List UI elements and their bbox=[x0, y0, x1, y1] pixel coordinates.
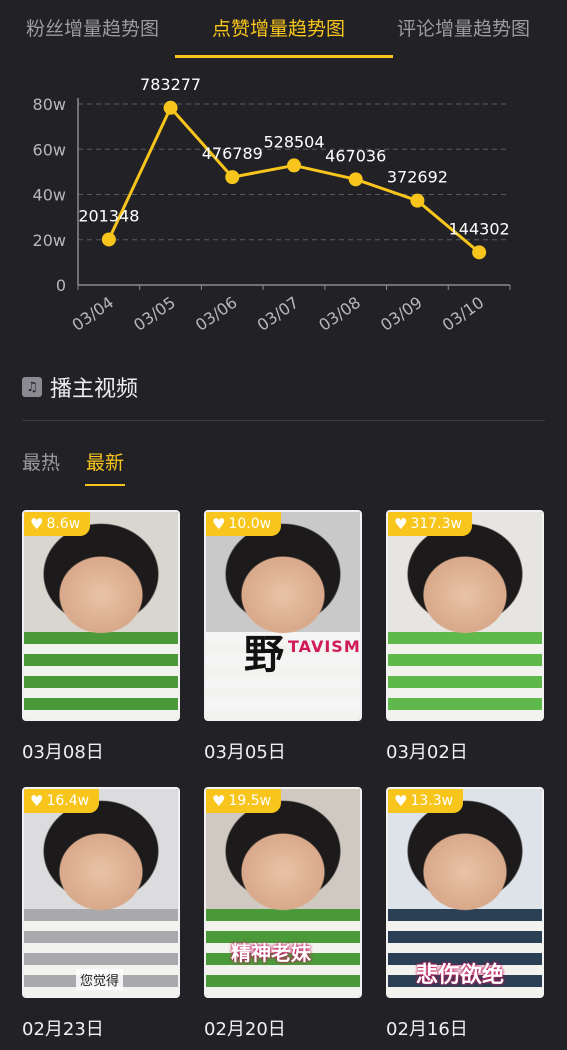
subtab-latest[interactable]: 最新 bbox=[86, 448, 124, 475]
data-label: 201348 bbox=[78, 206, 139, 225]
tab-fans-trend[interactable]: 粉丝增量趋势图 bbox=[26, 0, 159, 58]
data-label: 528504 bbox=[263, 132, 324, 151]
y-tick-label: 0 bbox=[56, 276, 66, 295]
video-caption: 精神老妹 bbox=[231, 941, 311, 965]
y-tick-label: 80w bbox=[33, 95, 66, 114]
heart-icon: ♥ bbox=[212, 792, 226, 810]
likes-badge: ♥ 8.6w bbox=[24, 512, 91, 536]
x-tick-label: 03/09 bbox=[377, 293, 426, 335]
subtab-indicator bbox=[85, 484, 125, 486]
heart-icon: ♥ bbox=[30, 515, 44, 533]
likes-badge: ♥ 16.4w bbox=[24, 789, 100, 813]
x-tick-label: 03/08 bbox=[315, 293, 364, 335]
heart-icon: ♥ bbox=[394, 515, 408, 533]
likes-count: 10.0w bbox=[228, 516, 272, 532]
shirt-print-text: TAVISM bbox=[288, 637, 361, 656]
video-thumbnail[interactable]: 野 TAVISM ♥ 10.0w bbox=[204, 510, 362, 721]
video-date: 03月08日 bbox=[22, 742, 104, 763]
video-cover-image bbox=[24, 789, 178, 996]
x-tick-label: 03/05 bbox=[130, 293, 179, 335]
likes-count: 19.5w bbox=[228, 793, 272, 809]
video-date: 03月05日 bbox=[204, 742, 286, 763]
likes-count: 8.6w bbox=[46, 516, 81, 532]
video-cover-image bbox=[206, 512, 360, 719]
music-note-icon: ♫ bbox=[22, 377, 42, 397]
heart-icon: ♥ bbox=[212, 515, 226, 533]
data-point bbox=[410, 193, 425, 208]
y-tick-label: 40w bbox=[33, 186, 66, 205]
active-tab-indicator bbox=[175, 55, 393, 58]
video-caption: 悲伤欲绝 bbox=[416, 963, 505, 988]
x-tick-label: 03/06 bbox=[192, 293, 241, 335]
likes-badge: ♥ 10.0w bbox=[206, 512, 282, 536]
x-tick-label: 03/10 bbox=[439, 293, 488, 335]
y-tick-label: 60w bbox=[33, 140, 66, 159]
section-divider bbox=[22, 420, 545, 421]
data-label: 467036 bbox=[325, 146, 386, 165]
data-point bbox=[287, 158, 301, 173]
tab-comments-trend[interactable]: 评论增量趋势图 bbox=[397, 0, 530, 58]
data-point bbox=[225, 170, 240, 185]
video-cover-image bbox=[388, 512, 542, 719]
data-label: 372692 bbox=[387, 168, 448, 187]
video-thumbnail[interactable]: 悲伤欲绝 ♥ 13.3w bbox=[386, 787, 544, 998]
likes-count: 16.4w bbox=[46, 793, 90, 809]
trend-tabs: 粉丝增量趋势图 点赞增量趋势图 评论增量趋势图 bbox=[0, 0, 567, 58]
likes-trend-chart: 0 20w 40w 60w 80w 03/04 03/05 03/06 03/07 03/08 03… bbox=[0, 62, 567, 362]
x-tick-label: 03/07 bbox=[254, 293, 303, 335]
video-date: 03月02日 bbox=[386, 742, 468, 763]
likes-badge: ♥ 13.3w bbox=[388, 789, 464, 813]
data-point bbox=[472, 245, 487, 260]
subtab-hottest[interactable]: 最热 bbox=[22, 448, 60, 475]
data-label: 783277 bbox=[140, 75, 201, 94]
likes-badge: ♥ 317.3w bbox=[388, 512, 472, 536]
data-label: 476789 bbox=[202, 144, 263, 163]
likes-count: 317.3w bbox=[410, 516, 462, 532]
video-thumbnail[interactable]: ♥ 317.3w bbox=[386, 510, 544, 721]
video-caption: 您觉得 bbox=[76, 969, 124, 990]
video-date: 02月20日 bbox=[204, 1019, 286, 1040]
video-thumbnail[interactable]: 精神老妹 ♥ 19.5w bbox=[204, 787, 362, 998]
y-tick-label: 20w bbox=[33, 231, 66, 250]
tab-likes-trend[interactable]: 点赞增量趋势图 bbox=[212, 0, 345, 58]
video-thumbnail[interactable]: ♥ 8.6w bbox=[22, 510, 180, 721]
data-point bbox=[348, 172, 363, 187]
video-date: 02月16日 bbox=[386, 1019, 468, 1040]
data-label: 144302 bbox=[449, 219, 510, 238]
video-date: 02月23日 bbox=[22, 1019, 104, 1040]
x-tick-label: 03/04 bbox=[68, 293, 117, 335]
likes-line-chart: 0 20w 40w 60w 80w 03/04 03/05 03/06 03/07 03/08 03… bbox=[33, 75, 511, 335]
section-header: ♫ 播主视频 bbox=[22, 372, 138, 402]
video-thumbnail[interactable]: 您觉得 ♥ 16.4w bbox=[22, 787, 180, 998]
video-cover-image bbox=[24, 512, 178, 719]
data-point bbox=[163, 100, 178, 115]
heart-icon: ♥ bbox=[30, 792, 44, 810]
likes-count: 13.3w bbox=[410, 793, 454, 809]
likes-badge: ♥ 19.5w bbox=[206, 789, 282, 813]
brush-calligraphy-overlay: 野 bbox=[244, 631, 284, 678]
data-point bbox=[101, 232, 116, 247]
heart-icon: ♥ bbox=[394, 792, 408, 810]
section-title: 播主视频 bbox=[50, 377, 139, 402]
